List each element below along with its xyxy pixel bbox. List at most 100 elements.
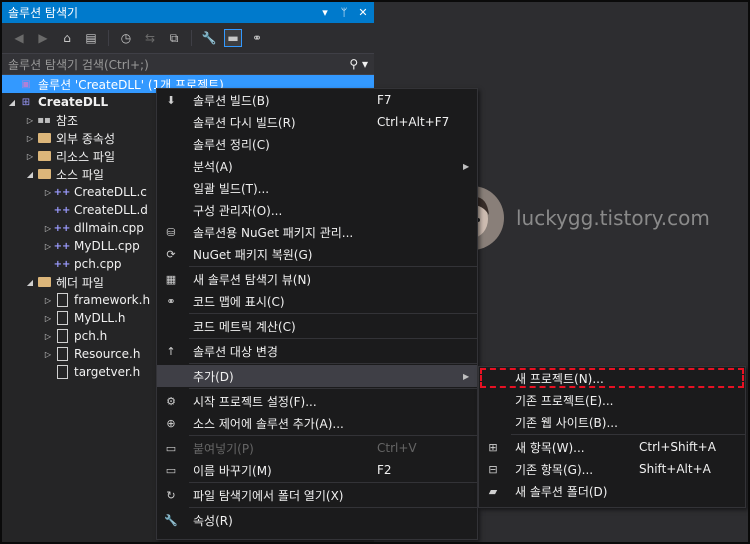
folder-icon [36,149,52,163]
collapse-arrow-icon[interactable]: ◢ [24,278,36,287]
shortcut-key: F7 [377,93,392,107]
submenu-arrow-icon: ▶ [463,161,470,171]
nuget-restore-icon: ⟳ [166,247,176,261]
menu-item[interactable]: ▭ 붙여넣기(P) Ctrl+V [157,437,477,459]
menu-item-label: 코드 메트릭 계산(C) [193,319,296,334]
menu-item-label: 분석(A) [193,159,233,174]
tree-item-label: pch.cpp [74,257,122,271]
menu-separator [189,435,477,436]
cpp-icon: ++ [53,204,71,216]
menu-item-label: 붙여넣기(P) [193,441,254,456]
shortcut-key: F2 [377,463,392,477]
add-submenu: 새 프로젝트(N)... 기존 프로젝트(E)... 기존 웹 사이트(B)... ⊞… [478,366,746,508]
code-map-icon: ⚭ [166,294,176,308]
gear-icon: ⚙ [166,394,176,408]
menu-item-label: 새 항목(W)... [515,440,585,455]
menu-separator [189,363,477,364]
menu-item[interactable]: 새 프로젝트(N)... [479,367,745,389]
menu-item-label: 이름 바꾸기(M) [193,463,272,478]
menu-item[interactable]: ↑ 솔루션 대상 변경 [157,340,477,362]
menu-item-label: 구성 관리자(O)... [193,203,283,218]
tree-item-label: 외부 종속성 [56,131,116,146]
properties-icon[interactable]: 🔧 [200,29,218,47]
menu-item[interactable]: ▰ 새 솔루션 폴더(D) [479,480,745,502]
menu-item[interactable]: ▦ 새 솔루션 탐색기 뷰(N) [157,268,477,290]
expand-arrow-icon[interactable]: ▷ [42,314,54,323]
menu-item-label: 속성(R) [193,513,233,528]
menu-separator [189,388,477,389]
shortcut-key: Ctrl+V [377,441,417,455]
tree-item-label: dllmain.cpp [74,221,144,235]
menu-item-label: 일괄 빌드(T)... [193,181,270,196]
menu-item[interactable]: ⚙ 시작 프로젝트 설정(F)... [157,390,477,412]
menu-item[interactable]: ⊟ 기존 항목(G)... Shift+Alt+A [479,458,745,480]
collapse-all-icon[interactable]: ⧉ [165,29,183,47]
menu-item[interactable]: 기존 웹 사이트(B)... [479,411,745,433]
pin-icon[interactable]: ᛘ [336,6,352,19]
collapse-arrow-icon[interactable]: ◢ [6,98,18,107]
search-box[interactable]: 솔루션 탐색기 검색(Ctrl+;) ⚲ ▾ [2,53,374,75]
tree-item-label: 참조 [56,113,79,128]
sync-icon[interactable]: ⇆ [141,29,159,47]
menu-item[interactable]: 분석(A) ▶ [157,155,477,177]
menu-item[interactable]: 구성 관리자(O)... [157,199,477,221]
home-icon[interactable]: ⌂ [58,29,76,47]
tree-item-label: targetver.h [74,365,141,379]
close-icon[interactable]: ✕ [355,6,371,19]
menu-item[interactable]: 솔루션 정리(C) [157,133,477,155]
tree-item-label: pch.h [74,329,108,343]
menu-item-label: 소스 제어에 솔루션 추가(A)... [193,416,344,431]
menu-item[interactable]: 일괄 빌드(T)... [157,177,477,199]
expand-arrow-icon[interactable]: ▷ [42,350,54,359]
tree-item-label: MyDLL.cpp [74,239,140,253]
tree-item-label: CreateDLL.c [74,185,147,199]
menu-item-label: 추가(D) [193,369,234,384]
menu-separator [189,338,477,339]
tree-item-label: 소스 파일 [56,167,104,182]
menu-item[interactable]: 코드 메트릭 계산(C) [157,315,477,337]
preview-icon[interactable]: ▬ [224,29,242,47]
menu-item[interactable]: ⊞ 새 항목(W)... Ctrl+Shift+A [479,436,745,458]
menu-item[interactable]: ⛁ 솔루션용 NuGet 패키지 관리... [157,221,477,243]
expand-arrow-icon[interactable]: ▷ [24,152,36,161]
new-item-icon: ⊞ [488,440,498,454]
menu-item-label: 시작 프로젝트 설정(F)... [193,394,317,409]
menu-item[interactable]: ⚭ 코드 맵에 표시(C) [157,290,477,312]
menu-item[interactable]: ⊕ 소스 제어에 솔루션 추가(A)... [157,412,477,434]
menu-item[interactable]: 🔧 속성(R) [157,509,477,531]
back-icon[interactable]: ◀ [10,29,28,47]
forward-icon[interactable]: ▶ [34,29,52,47]
tree-item-label: 헤더 파일 [56,275,104,290]
build-icon: ⬇ [166,93,176,107]
menu-item[interactable]: 솔루션 다시 빌드(R) Ctrl+Alt+F7 [157,111,477,133]
pending-changes-icon[interactable]: ◷ [117,29,135,47]
menu-item[interactable]: 기존 프로젝트(E)... [479,389,745,411]
expand-arrow-icon[interactable]: ▷ [42,242,54,251]
expand-arrow-icon[interactable]: ▷ [24,134,36,143]
expand-arrow-icon[interactable]: ▷ [42,296,54,305]
search-input[interactable]: 솔루션 탐색기 검색(Ctrl+;) [8,56,349,73]
menu-separator [511,434,745,435]
wrench-icon: 🔧 [164,513,178,527]
tree-item-label: CreateDLL.d [74,203,148,217]
expand-arrow-icon[interactable]: ▷ [42,332,54,341]
menu-item[interactable]: 추가(D) ▶ [157,365,477,387]
panel-toolbar: ◀ ▶ ⌂ ▤ ◷ ⇆ ⧉ 🔧 ▬ ⚭ [2,23,374,53]
search-icon[interactable]: ⚲ ▾ [349,57,368,71]
menu-item[interactable]: ⬇ 솔루션 빌드(B) F7 [157,89,477,111]
menu-item[interactable]: ↻ 파일 탐색기에서 폴더 열기(X) [157,484,477,506]
panel-titlebar: 솔루션 탐색기 ▾ ᛘ ✕ [2,2,374,23]
folder-icon [36,131,52,145]
expand-arrow-icon[interactable]: ▷ [42,224,54,233]
dropdown-icon[interactable]: ▾ [317,6,333,19]
expand-arrow-icon[interactable]: ▷ [24,116,36,125]
switch-views-icon[interactable]: ▤ [82,29,100,47]
menu-item-label: 기존 프로젝트(E)... [515,393,614,408]
menu-item[interactable]: ▭ 이름 바꾸기(M) F2 [157,459,477,481]
collapse-arrow-icon[interactable]: ◢ [24,170,36,179]
code-map-icon[interactable]: ⚭ [248,29,266,47]
new-view-icon: ▦ [165,272,177,286]
menu-item[interactable]: ⟳ NuGet 패키지 복원(G) [157,243,477,265]
tree-item-label: framework.h [74,293,151,307]
expand-arrow-icon[interactable]: ▷ [42,188,54,197]
